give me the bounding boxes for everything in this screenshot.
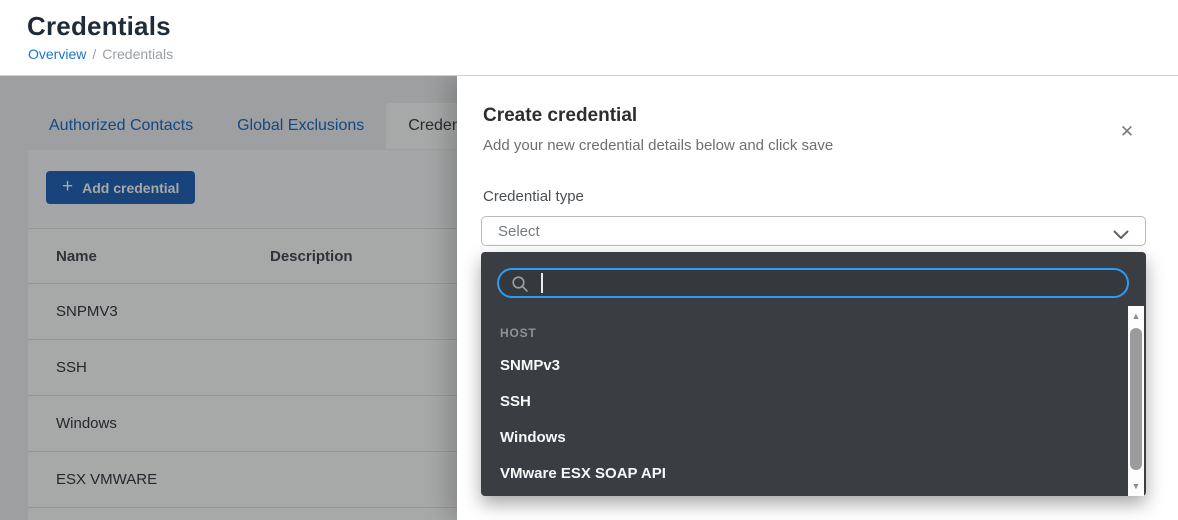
scroll-down-icon[interactable]: ▼ xyxy=(1128,479,1144,493)
option-group-label: HOST xyxy=(500,326,537,340)
chevron-down-icon xyxy=(1113,227,1129,245)
breadcrumb-current: Credentials xyxy=(102,46,173,62)
scrollbar-thumb[interactable] xyxy=(1130,328,1142,470)
create-credential-panel: Create credential Add your new credentia… xyxy=(457,76,1178,520)
scroll-up-icon[interactable]: ▲ xyxy=(1128,309,1144,323)
page-header: Credentials Overview / Credentials xyxy=(0,0,1178,76)
page-title: Credentials xyxy=(27,11,171,42)
breadcrumb-overview-link[interactable]: Overview xyxy=(28,46,86,62)
search-icon xyxy=(511,275,529,298)
option-ssh[interactable]: SSH xyxy=(481,384,1126,420)
select-placeholder: Select xyxy=(482,223,540,240)
option-snmpv3[interactable]: SNMPv3 xyxy=(481,348,1126,384)
credential-type-label: Credential type xyxy=(483,188,584,205)
dropdown-search-input[interactable] xyxy=(543,271,1103,295)
options-list: SNMPv3 SSH Windows VMware ESX SOAP API xyxy=(481,348,1126,492)
breadcrumb-separator: / xyxy=(92,46,96,62)
option-vmware-esx-soap-api[interactable]: VMware ESX SOAP API xyxy=(481,456,1126,492)
breadcrumb: Overview / Credentials xyxy=(28,46,173,62)
panel-subtitle: Add your new credential details below an… xyxy=(483,137,833,154)
close-icon[interactable]: ✕ xyxy=(1113,118,1141,146)
dropdown-search-field[interactable] xyxy=(497,268,1129,298)
option-windows[interactable]: Windows xyxy=(481,420,1126,456)
panel-title: Create credential xyxy=(483,105,637,127)
dropdown-scrollbar[interactable]: ▲ ▼ xyxy=(1128,306,1144,496)
credential-type-select[interactable]: Select xyxy=(481,216,1146,246)
credential-type-dropdown: HOST SNMPv3 SSH Windows VMware ESX SOAP … xyxy=(481,252,1146,496)
